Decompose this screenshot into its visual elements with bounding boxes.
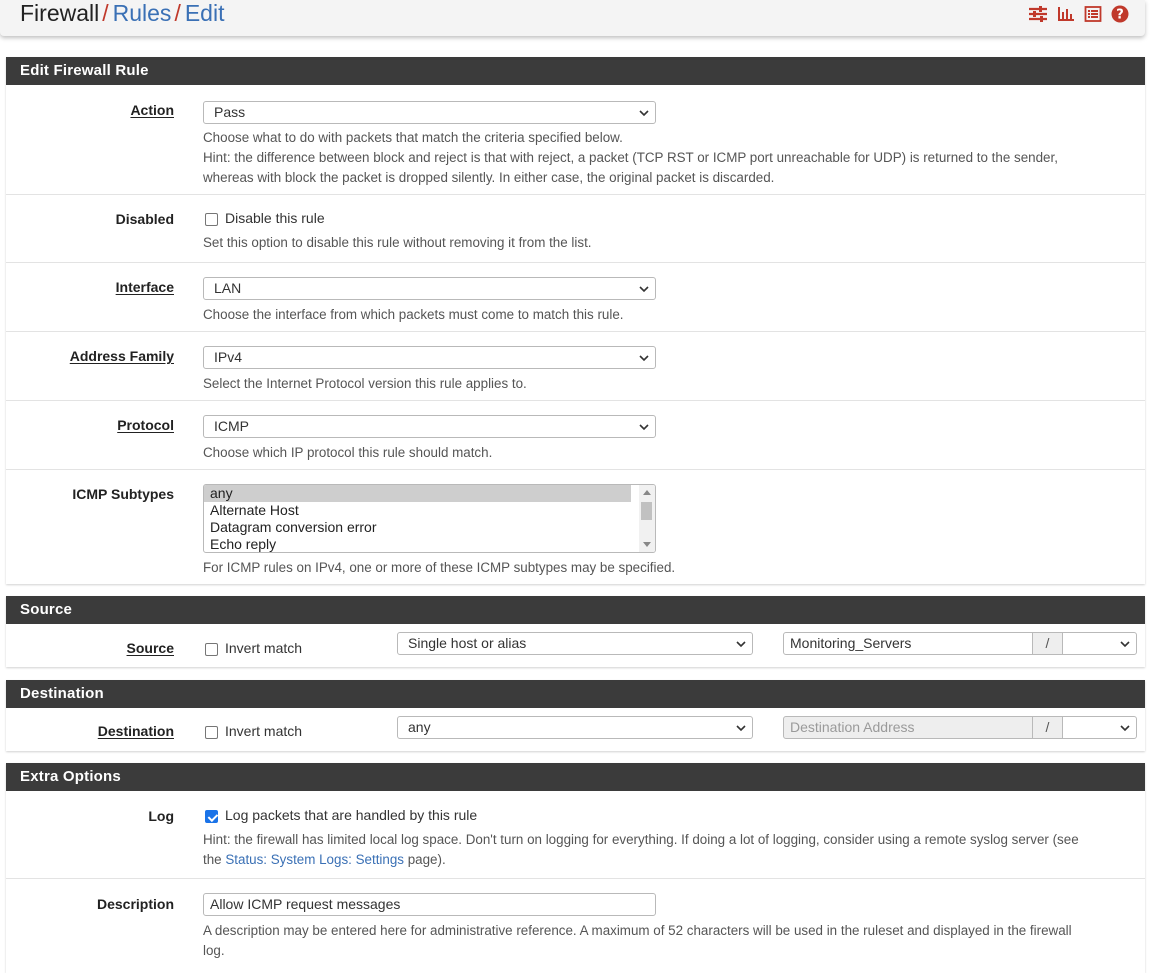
action-help: Choose what to do with packets that matc… (203, 130, 1058, 185)
panel-title: Extra Options (6, 763, 1145, 791)
header-icons: ? (1028, 5, 1129, 23)
listbox-option[interactable]: Datagram conversion error (204, 519, 631, 536)
chevron-down-icon (736, 641, 746, 648)
source-mask-select[interactable] (1062, 632, 1137, 655)
description-row: Description Allow ICMP request messages … (6, 879, 1145, 973)
disabled-label: Disabled (115, 211, 174, 227)
destination-panel: Destination Destination Invert match any… (6, 680, 1145, 751)
address-family-label: Address Family (69, 348, 174, 364)
destination-slash: / (1032, 716, 1063, 739)
chevron-down-icon (1120, 725, 1130, 732)
address-family-select[interactable]: IPv4 (203, 346, 656, 369)
destination-invert-checkbox[interactable] (205, 726, 218, 739)
listbox-option[interactable]: any (204, 485, 631, 502)
log-checkbox-label[interactable]: Log packets that are handled by this rul… (225, 807, 477, 823)
breadcrumb: Firewall / Rules / Edit (20, 0, 224, 26)
destination-label: Destination (97, 723, 174, 739)
chevron-down-icon (736, 725, 746, 732)
panel-title: Destination (6, 680, 1145, 708)
description-label: Description (96, 896, 174, 912)
listbox-option[interactable]: Echo reply (204, 536, 631, 552)
panel-title: Source (6, 596, 1145, 624)
log-checkbox[interactable] (205, 810, 218, 823)
breadcrumb-separator: / (174, 0, 181, 26)
icmp-subtypes-label: ICMP Subtypes (72, 486, 174, 502)
source-invert-label[interactable]: Invert match (225, 640, 302, 656)
breadcrumb-rules-link[interactable]: Rules (113, 0, 172, 26)
listbox-option[interactable]: Alternate Host (204, 502, 631, 519)
destination-type-select[interactable]: any (397, 716, 753, 739)
address-family-row: Address Family IPv4 Select the Internet … (6, 332, 1145, 401)
chevron-down-icon (639, 424, 649, 431)
extra-options-panel: Extra Options Log Log packets that are h… (6, 763, 1145, 973)
source-type-select[interactable]: Single host or alias (397, 632, 753, 655)
interface-select[interactable]: LAN (203, 277, 656, 300)
list-icon[interactable] (1084, 5, 1102, 23)
disabled-help: Set this option to disable this rule wit… (203, 235, 592, 250)
system-logs-settings-link[interactable]: Status: System Logs: Settings (225, 852, 404, 867)
log-row: Log Log packets that are handled by this… (6, 791, 1145, 879)
disable-rule-checkbox[interactable] (205, 213, 218, 226)
disable-rule-checkbox-label[interactable]: Disable this rule (225, 210, 325, 226)
protocol-label: Protocol (117, 417, 174, 433)
destination-mask-select[interactable] (1062, 716, 1137, 739)
action-label: Action (130, 102, 174, 118)
breadcrumb-separator: / (102, 0, 109, 26)
source-label: Source (126, 640, 174, 656)
source-slash: / (1032, 632, 1063, 655)
chevron-down-icon (1120, 641, 1130, 648)
destination-row: Destination Invert match any Destination… (6, 708, 1145, 751)
protocol-select[interactable]: ICMP (203, 415, 656, 438)
interface-label: Interface (115, 279, 174, 295)
source-invert-checkbox[interactable] (205, 643, 218, 656)
edit-rule-panel: Edit Firewall Rule Action Pass Choose wh… (6, 57, 1145, 584)
log-label: Log (148, 808, 174, 824)
destination-invert-label[interactable]: Invert match (225, 723, 302, 739)
listbox-scrollbar[interactable] (639, 485, 655, 552)
sliders-icon[interactable] (1028, 5, 1048, 23)
log-help: Hint: the firewall has limited local log… (203, 832, 1079, 867)
protocol-row: Protocol ICMP Choose which IP protocol t… (6, 401, 1145, 470)
source-panel: Source Source Invert match Single host o… (6, 596, 1145, 667)
svg-text:?: ? (1116, 8, 1124, 23)
chevron-down-icon (639, 286, 649, 293)
scrollbar-thumb[interactable] (641, 502, 652, 520)
breadcrumb-bar: Firewall / Rules / Edit ? (0, 0, 1145, 36)
source-address-input[interactable]: Monitoring_Servers (783, 632, 1033, 655)
source-row: Source Invert match Single host or alias… (6, 624, 1145, 667)
panel-title: Edit Firewall Rule (6, 57, 1145, 85)
interface-row: Interface LAN Choose the interface from … (6, 263, 1145, 332)
interface-help: Choose the interface from which packets … (203, 307, 624, 322)
icmp-subtypes-row: ICMP Subtypes any Alternate Host Datagra… (6, 470, 1145, 584)
scroll-down-icon[interactable] (643, 542, 651, 547)
description-input[interactable]: Allow ICMP request messages (203, 893, 656, 916)
disabled-row: Disabled Disable this rule Set this opti… (6, 195, 1145, 263)
icmp-subtypes-listbox[interactable]: any Alternate Host Datagram conversion e… (203, 484, 656, 553)
protocol-help: Choose which IP protocol this rule shoul… (203, 445, 493, 460)
breadcrumb-edit-link[interactable]: Edit (185, 0, 225, 26)
help-icon[interactable]: ? (1111, 5, 1129, 23)
description-help: A description may be entered here for ad… (203, 923, 1072, 958)
destination-address-input[interactable]: Destination Address (783, 716, 1033, 739)
icmp-subtypes-help: For ICMP rules on IPv4, one or more of t… (203, 560, 676, 575)
action-row: Action Pass Choose what to do with packe… (6, 85, 1145, 195)
scroll-up-icon[interactable] (643, 490, 651, 495)
chart-icon[interactable] (1057, 5, 1075, 23)
chevron-down-icon (639, 110, 649, 117)
action-select[interactable]: Pass (203, 101, 656, 124)
address-family-help: Select the Internet Protocol version thi… (203, 376, 527, 391)
breadcrumb-firewall: Firewall (20, 0, 100, 26)
chevron-down-icon (639, 355, 649, 362)
